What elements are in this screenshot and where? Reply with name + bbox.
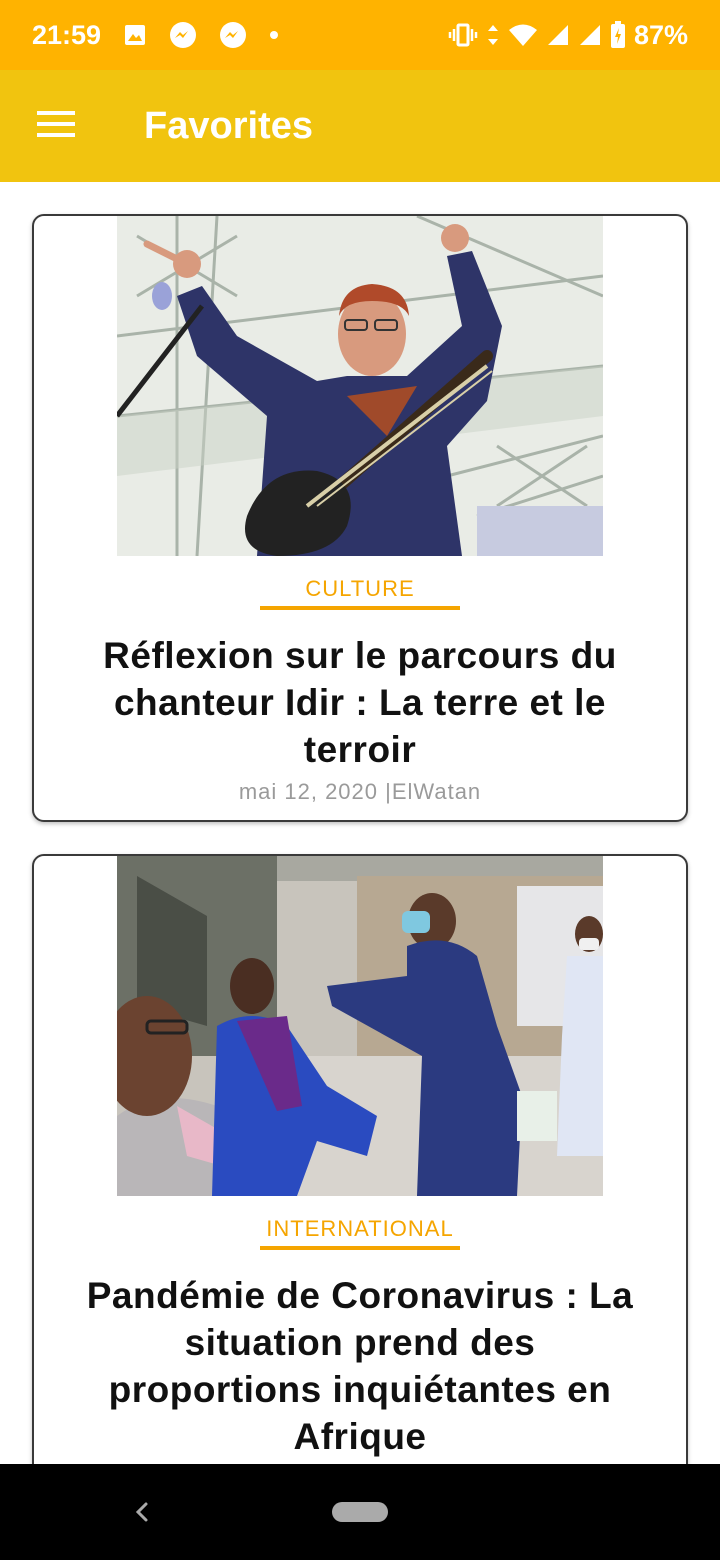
vibrate-icon bbox=[448, 23, 478, 47]
signal-icon bbox=[578, 23, 602, 47]
status-bar: 21:59 87% bbox=[0, 0, 720, 70]
article-title[interactable]: Réflexion sur le parcours du chanteur Id… bbox=[74, 632, 646, 773]
favorites-list[interactable]: CULTURE Réflexion sur le parcours du cha… bbox=[0, 182, 720, 1464]
navigation-bar bbox=[0, 1464, 720, 1560]
menu-button[interactable] bbox=[0, 70, 112, 182]
home-pill-icon[interactable] bbox=[332, 1502, 388, 1522]
status-time: 21:59 bbox=[32, 19, 102, 50]
article-card[interactable]: INTERNATIONAL Pandémie de Coronavirus : … bbox=[32, 854, 688, 1464]
article-image bbox=[117, 856, 603, 1196]
wifi-icon bbox=[508, 23, 538, 47]
page-title: Favorites bbox=[144, 104, 313, 147]
battery-charging-icon bbox=[610, 21, 626, 49]
article-category[interactable]: CULTURE bbox=[260, 576, 460, 610]
article-image bbox=[117, 216, 603, 556]
article-meta: mai 12, 2020 |ElWatan bbox=[238, 779, 482, 804]
messenger-icon bbox=[169, 21, 197, 49]
back-chevron-icon[interactable] bbox=[124, 1492, 164, 1532]
article-category[interactable]: INTERNATIONAL bbox=[260, 1216, 460, 1250]
app-bar: Favorites bbox=[0, 70, 720, 182]
article-card[interactable]: CULTURE Réflexion sur le parcours du cha… bbox=[32, 214, 688, 822]
dot-icon bbox=[269, 30, 279, 40]
article-title[interactable]: Pandémie de Coronavirus : La situation p… bbox=[74, 1272, 646, 1460]
hamburger-menu-icon bbox=[37, 110, 75, 143]
battery-level: 87% bbox=[633, 19, 688, 50]
gallery-icon bbox=[123, 23, 147, 47]
messenger-icon bbox=[219, 21, 247, 49]
signal-icon bbox=[546, 23, 570, 47]
data-arrows-icon bbox=[486, 23, 500, 47]
